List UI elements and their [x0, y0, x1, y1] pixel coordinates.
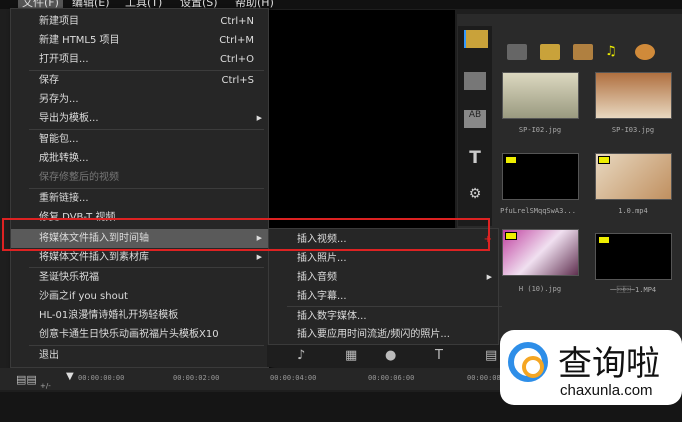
- menu-item-open[interactable]: 打开项目... Ctrl+O: [11, 50, 268, 69]
- label: 插入音频: [297, 272, 337, 283]
- submenu-insert-digital-media[interactable]: 插入数字媒体...: [269, 307, 498, 326]
- thumbnail[interactable]: [502, 229, 579, 276]
- label: 插入要应用时间流逝/频闪的照片...: [297, 329, 450, 340]
- label: HL-01浪漫情诗婚礼开场轻模板: [39, 310, 179, 321]
- tick-label: 00:00:02:00: [173, 374, 220, 382]
- menu-item-relink[interactable]: 重新链接...: [11, 189, 268, 208]
- tick-label: 00:00:06:00: [368, 374, 415, 382]
- label: 插入照片...: [297, 253, 347, 264]
- video-badge-icon: [598, 236, 610, 244]
- label: 导出为模板...: [39, 113, 99, 124]
- label: 保存: [39, 75, 59, 86]
- filter-icon[interactable]: ⚙: [464, 186, 486, 204]
- label: 打开项目...: [39, 54, 89, 65]
- video-badge-icon: [505, 232, 517, 240]
- menu-item-export-template[interactable]: 导出为模板... ▶: [11, 109, 268, 128]
- submenu-insert-audio[interactable]: 插入音频 ▶: [269, 268, 498, 287]
- media-icon[interactable]: [464, 30, 488, 48]
- label: 另存为...: [39, 94, 79, 105]
- title-template-icon[interactable]: AB: [464, 110, 486, 128]
- recent-project[interactable]: HL-01浪漫情诗婚礼开场轻模板: [11, 306, 268, 325]
- thumbnail[interactable]: [502, 72, 579, 119]
- motion-track-icon[interactable]: ●: [385, 348, 396, 363]
- submenu-arrow-icon: ▶: [486, 273, 492, 281]
- playhead-icon[interactable]: ▼: [66, 371, 74, 382]
- menu-item-save-trimmed: 保存修整后的视频: [11, 168, 268, 187]
- track-manager-icon[interactable]: ▤▤: [16, 373, 37, 386]
- label: 沙画之if you shout: [39, 291, 128, 302]
- label: 新建 HTML5 项目: [39, 35, 120, 46]
- auto-music-icon[interactable]: ▦: [345, 348, 357, 363]
- audio-mixer-icon[interactable]: ♪: [297, 348, 305, 363]
- multi-camera-icon[interactable]: ▤: [485, 348, 497, 363]
- shortcut: Ctrl+O: [219, 54, 254, 65]
- recent-project[interactable]: 创意卡通生日快乐动画祝福片头模板X10: [11, 325, 268, 344]
- photo-filter-icon[interactable]: [573, 44, 593, 60]
- folder-icon[interactable]: [507, 44, 527, 60]
- submenu-insert-photo[interactable]: 插入照片...: [269, 249, 498, 268]
- video-filter-icon[interactable]: [540, 44, 560, 60]
- submenu-insert-subtitle[interactable]: 插入字幕...: [269, 287, 498, 306]
- thumbnail-caption: 1.0.mp4: [618, 207, 648, 215]
- thumbnail[interactable]: [502, 153, 579, 200]
- thumbnail-caption: H (10).jpg: [518, 285, 562, 293]
- tick-label: 00:00:00:00: [78, 374, 125, 382]
- label: 插入数字媒体...: [297, 311, 367, 322]
- label: 保存修整后的视频: [39, 172, 119, 183]
- zoom-control[interactable]: +/-: [40, 382, 51, 390]
- submenu-arrow-icon: ▶: [256, 114, 262, 122]
- thumbnail-caption: 一~1.MP4: [609, 286, 657, 294]
- shortcut: Ctrl+N: [220, 16, 254, 27]
- video-badge-icon: [598, 156, 610, 164]
- menu-item-smart-package[interactable]: 智能包...: [11, 130, 268, 149]
- watermark-brand: 查询啦: [558, 344, 660, 384]
- recent-project[interactable]: 沙画之if you shout: [11, 287, 268, 306]
- menu-item-new-html5[interactable]: 新建 HTML5 项目 Ctrl+M: [11, 31, 268, 50]
- music-filter-icon[interactable]: ♫: [605, 44, 625, 60]
- submenu-insert-timelapse[interactable]: 插入要应用时间流逝/频闪的照片...: [269, 325, 498, 344]
- label: 创意卡通生日快乐动画祝福片头模板X10: [39, 329, 219, 340]
- video-badge-icon: [505, 156, 517, 164]
- label: 插入字幕...: [297, 291, 347, 302]
- thumbnail[interactable]: [595, 72, 672, 119]
- recent-project[interactable]: 圣诞快乐祝福: [11, 268, 268, 287]
- thumbnail[interactable]: [595, 233, 672, 280]
- shortcut: Ctrl+S: [221, 75, 254, 86]
- label: 新建项目: [39, 16, 79, 27]
- thumbnail[interactable]: [595, 153, 672, 200]
- menu-item-new-project[interactable]: 新建项目 Ctrl+N: [11, 12, 268, 31]
- subtitle-editor-icon[interactable]: T: [435, 348, 443, 363]
- text-icon[interactable]: T: [464, 148, 486, 168]
- logo-q-icon: [508, 342, 548, 382]
- sort-icon[interactable]: [635, 44, 655, 60]
- menu-item-save[interactable]: 保存 Ctrl+S: [11, 71, 268, 90]
- library-sidebar: AB T ⚙: [458, 26, 492, 226]
- thumbnail-caption: SP-I03.jpg: [611, 126, 655, 134]
- tick-label: 00:00:04:00: [270, 374, 317, 382]
- menu-item-batch-convert[interactable]: 成批转换...: [11, 149, 268, 168]
- thumbnail-caption: PfuLrelSMqqSwA3...: [500, 207, 576, 215]
- menu-item-exit[interactable]: 退出: [11, 346, 268, 365]
- label: 退出: [39, 350, 59, 361]
- shortcut: Ctrl+M: [219, 35, 254, 46]
- transition-icon[interactable]: [464, 72, 486, 90]
- label: 重新链接...: [39, 193, 89, 204]
- thumbnail-caption: SP-I02.jpg: [518, 126, 562, 134]
- watermark-url: chaxunla.com: [560, 382, 653, 399]
- label: 成批转换...: [39, 153, 89, 164]
- menu-item-save-as[interactable]: 另存为...: [11, 90, 268, 109]
- file-menu: 新建项目 Ctrl+N 新建 HTML5 项目 Ctrl+M 打开项目... Ctrl…: [10, 8, 269, 368]
- highlight-annotation: [2, 218, 490, 251]
- label: 圣诞快乐祝福: [39, 272, 99, 283]
- watermark-logo: 查询啦 chaxunla.com: [500, 330, 682, 405]
- label: 智能包...: [39, 134, 79, 145]
